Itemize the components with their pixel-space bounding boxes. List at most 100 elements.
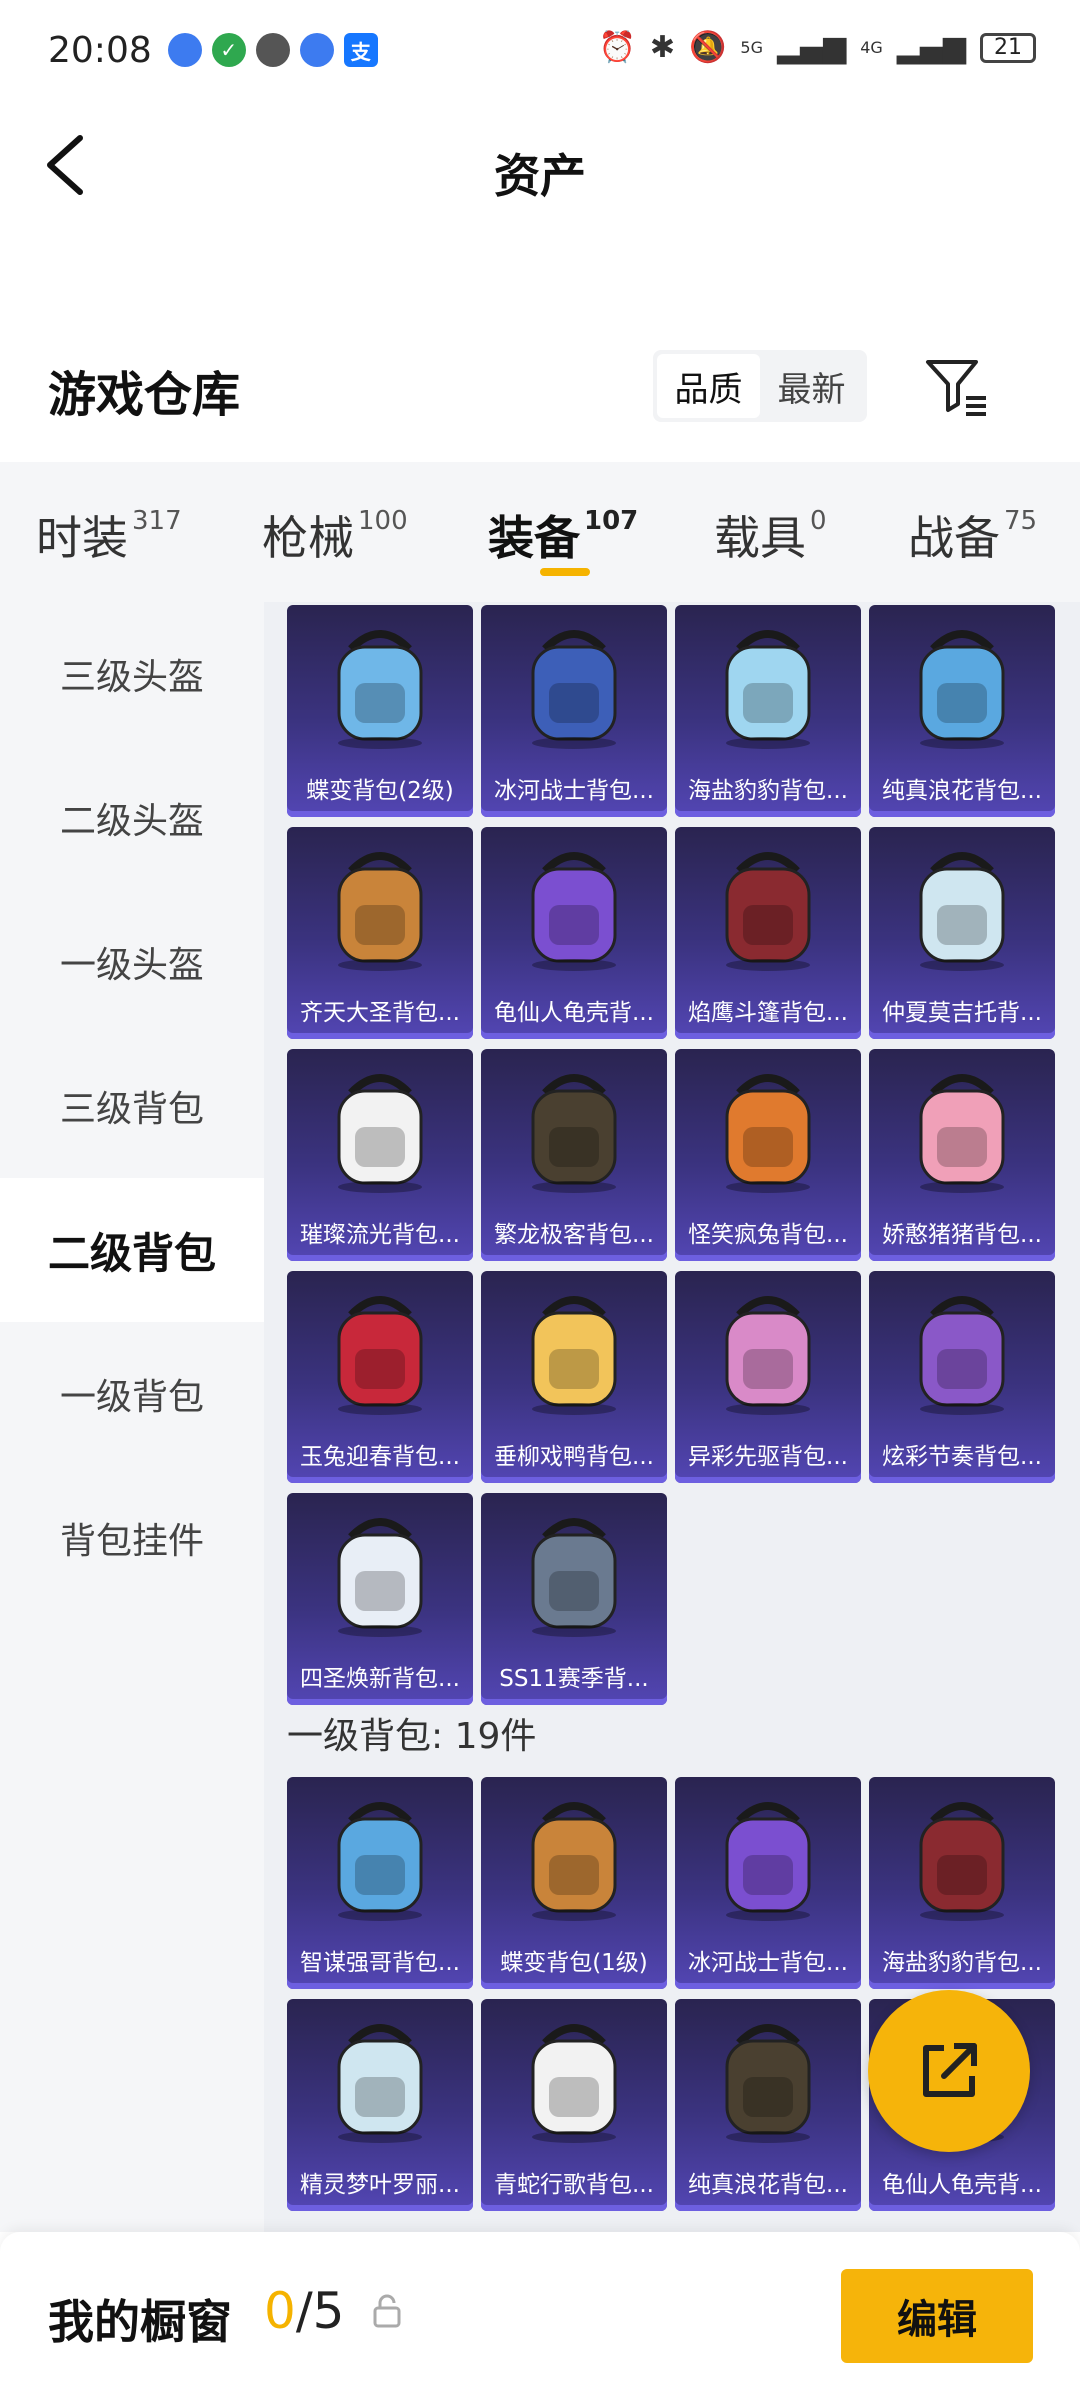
sidebar-item-backpack-1[interactable]: 一级背包: [0, 1322, 264, 1466]
item-card[interactable]: 海盐豹豹背包...: [869, 1777, 1055, 1989]
sort-toggle: 品质 最新: [653, 350, 867, 422]
item-name: SS11赛季背...: [499, 1666, 649, 1692]
showcase-total: /5: [295, 2282, 345, 2340]
item-card[interactable]: 四圣焕新背包...: [287, 1493, 473, 1705]
tab-vehicles[interactable]: 载具 0: [714, 502, 827, 568]
item-name: 玉兔迎春背包...: [300, 1444, 460, 1470]
item-card[interactable]: 冰河战士背包...: [675, 1777, 861, 1989]
item-card[interactable]: 冰河战士背包...: [481, 605, 667, 817]
item-card[interactable]: 龟仙人龟壳背...: [481, 827, 667, 1039]
app-icon-blue: [167, 33, 202, 67]
item-name: 龟仙人龟壳背...: [882, 2172, 1042, 2198]
item-name: 蝶变背包(2级): [306, 778, 454, 804]
item-name: 冰河战士背包...: [688, 1950, 848, 1976]
signal-4g: 4G: [860, 37, 883, 57]
item-card[interactable]: 智谋强哥背包...: [287, 1777, 473, 1989]
tab-guns[interactable]: 枪械 100: [262, 502, 408, 568]
item-name: 纯真浪花背包...: [882, 778, 1042, 804]
item-name: 繁龙极客背包...: [494, 1222, 654, 1248]
item-card[interactable]: 怪笑疯兔背包...: [675, 1049, 861, 1261]
item-card[interactable]: 青蛇行歌背包...: [481, 1999, 667, 2211]
tab-count: 107: [584, 506, 639, 536]
status-time: 20:08: [48, 29, 152, 71]
active-tab-indicator: [540, 568, 590, 576]
item-name: 青蛇行歌背包...: [494, 2172, 654, 2198]
signal-bars-icon: ▂▄▆: [776, 30, 847, 65]
sort-latest-button[interactable]: 最新: [760, 354, 863, 418]
item-card[interactable]: SS11赛季背...: [481, 1493, 667, 1705]
sidebar-item-helmet-1[interactable]: 一级头盔: [0, 890, 264, 1034]
sidebar-item-pendant[interactable]: 背包挂件: [0, 1466, 264, 1610]
item-card[interactable]: 蝶变背包(1级): [481, 1777, 667, 1989]
tab-equipment[interactable]: 装备 107: [488, 502, 638, 568]
sidebar-item-helmet-3[interactable]: 三级头盔: [0, 602, 264, 746]
item-card[interactable]: 炫彩节奏背包...: [869, 1271, 1055, 1483]
item-name: 智谋强哥背包...: [300, 1950, 460, 1976]
tab-label: 战备: [908, 511, 1000, 565]
page-title: 资产: [494, 149, 586, 203]
showcase-current: 0: [264, 2282, 296, 2340]
tab-label: 枪械: [262, 511, 354, 565]
item-card[interactable]: 异彩先驱背包...: [675, 1271, 861, 1483]
showcase-title: 我的橱窗: [48, 2295, 232, 2349]
header: 资产: [0, 100, 1080, 230]
item-name: 精灵梦叶罗丽...: [300, 2172, 460, 2198]
item-card[interactable]: 璀璨流光背包...: [287, 1049, 473, 1261]
tab-count: 100: [358, 506, 408, 536]
tab-supplies[interactable]: 战备 75: [908, 502, 1037, 568]
warehouse-title: 游戏仓库: [48, 367, 241, 423]
item-name: 四圣焕新背包...: [300, 1666, 460, 1692]
tab-count: 317: [132, 506, 182, 536]
item-card[interactable]: 精灵梦叶罗丽...: [287, 1999, 473, 2211]
item-name: 炫彩节奏背包...: [882, 1444, 1042, 1470]
alipay-icon: 支: [343, 33, 378, 67]
item-card[interactable]: 繁龙极客背包...: [481, 1049, 667, 1261]
tab-label: 时装: [36, 511, 128, 565]
mute-icon: 🔕: [689, 30, 727, 65]
tab-fashion[interactable]: 时装 317: [36, 502, 182, 568]
item-content: 蝶变背包(2级) 冰河战士背包... 海盐豹豹背包... 纯真浪花背包... 齐天大圣背…: [264, 602, 1080, 2232]
item-card[interactable]: 纯真浪花背包...: [675, 1999, 861, 2211]
item-card[interactable]: 纯真浪花背包...: [869, 605, 1055, 817]
item-name: 娇憨猪猪背包...: [882, 1222, 1042, 1248]
wechat-icon: [255, 33, 290, 67]
item-card[interactable]: 娇憨猪猪背包...: [869, 1049, 1055, 1261]
shield-icon: ✓: [211, 33, 246, 67]
level2-grid: 蝶变背包(2级) 冰河战士背包... 海盐豹豹背包... 纯真浪花背包... 齐天大圣背…: [287, 605, 1067, 1705]
item-name: 龟仙人龟壳背...: [494, 1000, 654, 1026]
sidebar-item-backpack-2[interactable]: 二级背包: [0, 1178, 264, 1322]
item-name: 怪笑疯兔背包...: [688, 1222, 848, 1248]
edit-button[interactable]: 编辑: [841, 2269, 1033, 2363]
item-card[interactable]: 焰鹰斗篷背包...: [675, 827, 861, 1039]
bluetooth-icon: ✱: [649, 30, 676, 65]
external-link-icon: [923, 2043, 977, 2097]
battery-icon: 21: [980, 32, 1036, 63]
sidebar-item-helmet-2[interactable]: 二级头盔: [0, 746, 264, 890]
status-right: ⏰ ✱ 🔕 5G ▂▄▆ 4G ▂▄▆ 21: [599, 30, 1036, 65]
item-name: 冰河战士背包...: [494, 778, 654, 804]
signal-bars-icon-2: ▂▄▆: [896, 30, 966, 65]
item-card[interactable]: 蝶变背包(2级): [287, 605, 473, 817]
item-card[interactable]: 垂柳戏鸭背包...: [481, 1271, 667, 1483]
tab-count: 0: [810, 506, 827, 536]
item-name: 仲夏莫吉托背...: [882, 1000, 1042, 1026]
item-card[interactable]: 海盐豹豹背包...: [675, 605, 861, 817]
lock-icon: [373, 2294, 401, 2328]
item-name: 焰鹰斗篷背包...: [688, 1000, 848, 1026]
item-card[interactable]: 齐天大圣背包...: [287, 827, 473, 1039]
tab-label: 载具: [714, 511, 806, 565]
category-tabs: 时装 317 枪械 100 装备 107 载具 0 战备 75: [0, 462, 1080, 602]
item-card[interactable]: 仲夏莫吉托背...: [869, 827, 1055, 1039]
alarm-icon: ⏰: [598, 30, 636, 65]
item-name: 海盐豹豹背包...: [688, 778, 848, 804]
sidebar-item-backpack-3[interactable]: 三级背包: [0, 1034, 264, 1178]
share-fab-button[interactable]: [868, 1990, 1030, 2152]
filter-icon[interactable]: [922, 352, 992, 422]
signal-5g: 5G: [740, 37, 763, 57]
item-name: 海盐豹豹背包...: [882, 1950, 1042, 1976]
item-card[interactable]: 玉兔迎春背包...: [287, 1271, 473, 1483]
bottom-bar: 我的橱窗 0/5 编辑: [0, 2232, 1080, 2400]
item-name: 纯真浪花背包...: [688, 2172, 848, 2198]
sort-quality-button[interactable]: 品质: [657, 354, 760, 418]
tab-count: 75: [1004, 506, 1038, 536]
